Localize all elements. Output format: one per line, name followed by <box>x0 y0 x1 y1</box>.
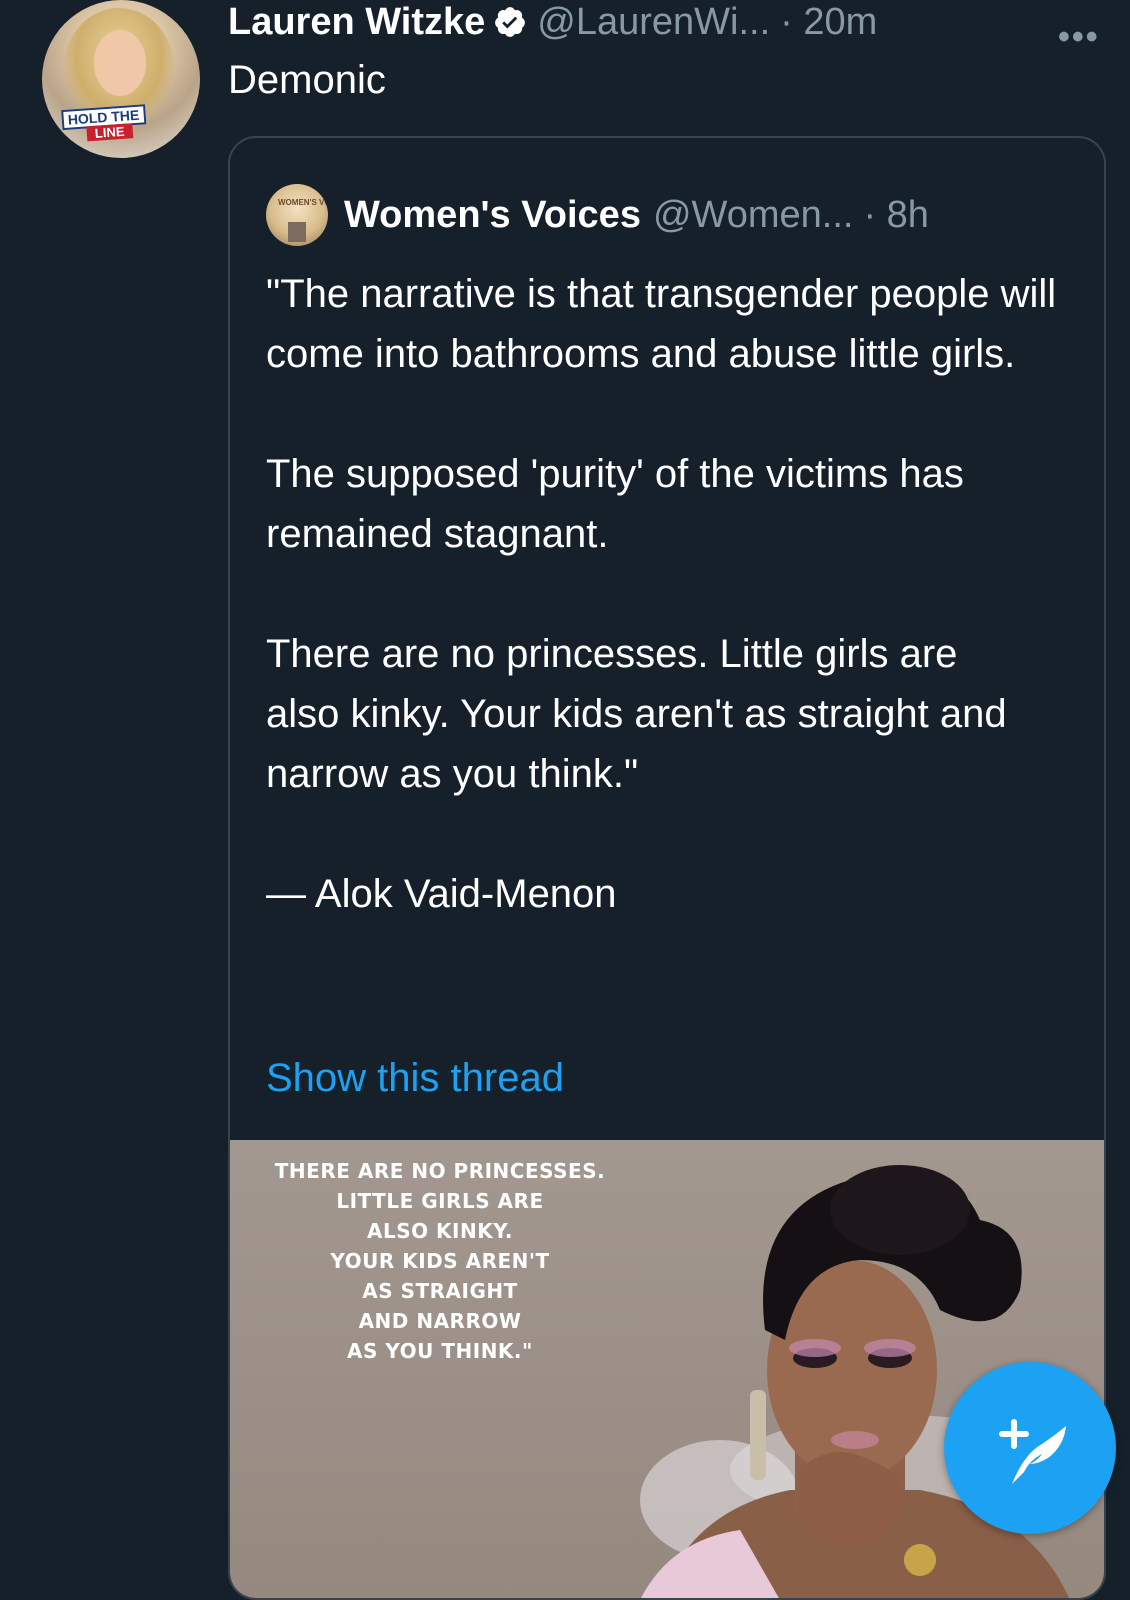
quoted-paragraph: "The narrative is that transgender peopl… <box>266 272 1057 376</box>
compose-tweet-button[interactable] <box>944 1362 1116 1534</box>
verified-badge-icon <box>495 7 526 37</box>
quoted-author-avatar[interactable]: WOMEN'S VOICES <box>266 184 328 246</box>
more-dots-icon[interactable]: ••• <box>1058 18 1100 57</box>
author-avatar[interactable]: HOLD THE LINE <box>42 0 200 158</box>
media-caption-line: AS STRAIGHT <box>362 1279 518 1303</box>
avatar-banner: HOLD THE LINE <box>42 99 200 142</box>
quoted-avatar-text: WOMEN'S VOICES <box>278 198 328 207</box>
media-caption-line: AS YOU THINK." <box>347 1339 533 1363</box>
quoted-author-handle: @Women... <box>652 193 854 236</box>
quoted-paragraph: also kinky. Your kids aren't as straight… <box>266 692 1007 796</box>
quoted-paragraph: There are no princesses. Little girls ar… <box>266 632 958 676</box>
media-caption-line: YOUR KIDS AREN'T <box>330 1249 550 1273</box>
show-thread-link[interactable]: Show this thread <box>266 1056 564 1101</box>
author-handle[interactable]: @LaurenWi... <box>537 1 770 44</box>
quoted-author-name: Women's Voices <box>344 193 641 236</box>
media-caption-line: ALSO KINKY. <box>366 1219 514 1243</box>
avatar-face <box>94 30 146 96</box>
tweet-header: Lauren Witzke @LaurenWi... · 20m <box>228 0 877 44</box>
compose-tweet-icon <box>999 1419 1066 1484</box>
quoted-attribution: — Alok Vaid-Menon <box>266 872 617 916</box>
avatar-banner-bottom: LINE <box>86 123 133 142</box>
media-caption: THERE ARE NO PRINCESSES. LITTLE GIRLS AR… <box>270 1156 610 1366</box>
quoted-tweet-header: WOMEN'S VOICES Women's Voices @Women... … <box>266 184 929 246</box>
quoted-tweet-text: "The narrative is that transgender peopl… <box>266 264 1086 924</box>
quoted-tweet[interactable]: WOMEN'S VOICES Women's Voices @Women... … <box>228 136 1106 1600</box>
quoted-media-image[interactable]: THERE ARE NO PRINCESSES. LITTLE GIRLS AR… <box>230 1140 1104 1598</box>
author-name[interactable]: Lauren Witzke <box>228 1 485 44</box>
media-caption-line: AND NARROW <box>358 1309 522 1333</box>
quoted-paragraph: The supposed 'purity' of the victims has… <box>266 452 964 556</box>
media-caption-line: THERE ARE NO PRINCESSES. <box>274 1159 606 1183</box>
tweet-text: Demonic <box>228 58 386 102</box>
media-caption-line: LITTLE GIRLS ARE <box>336 1189 544 1213</box>
quoted-tweet-time: · 8h <box>863 193 929 236</box>
quoted-avatar-building <box>288 222 306 242</box>
tweet-time[interactable]: · 20m <box>780 1 877 44</box>
